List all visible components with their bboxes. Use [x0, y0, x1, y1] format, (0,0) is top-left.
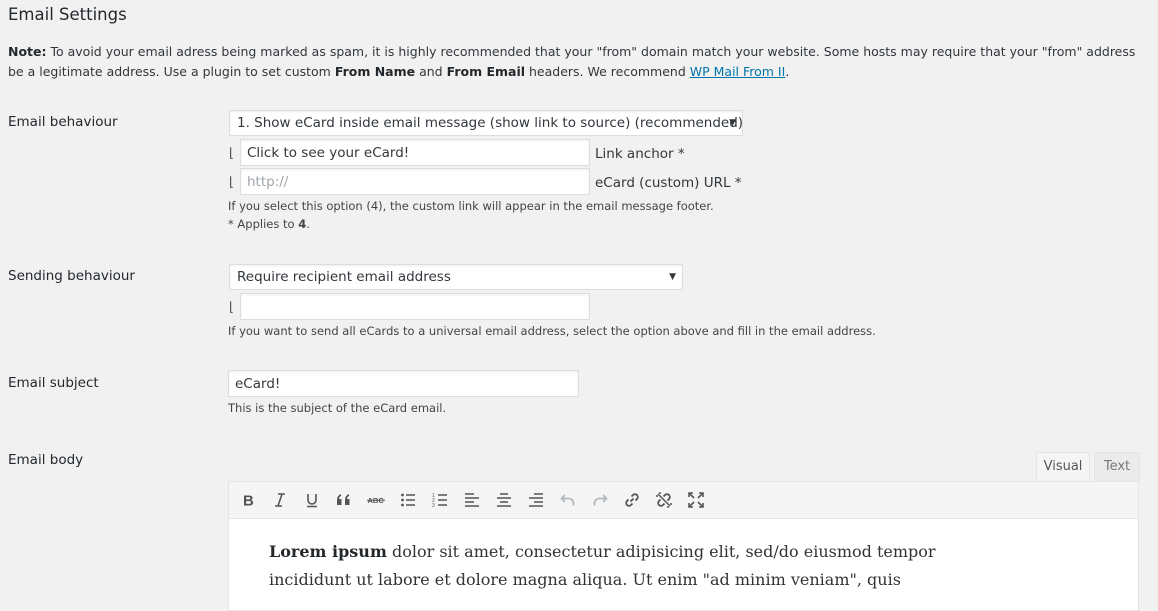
numbered-list-icon: 123 — [432, 493, 447, 508]
underline-button[interactable] — [299, 487, 325, 513]
url-indent-marker: ⌊ — [229, 175, 235, 190]
tab-visual[interactable]: Visual — [1036, 452, 1090, 481]
editor-content[interactable]: Lorem ipsum dolor sit amet, consectetur … — [269, 538, 989, 594]
email-behaviour-select[interactable]: 1. Show eCard inside email message (show… — [229, 110, 743, 136]
align-right-icon — [529, 493, 543, 507]
note-and: and — [415, 63, 447, 79]
ecard-url-input[interactable] — [240, 168, 590, 195]
align-center-icon — [497, 493, 511, 507]
undo-icon — [560, 494, 575, 506]
email-body-label: Email body — [8, 452, 84, 468]
applies-to-note: * Applies to 4. — [228, 217, 310, 231]
svg-text:B: B — [243, 493, 254, 509]
link-anchor-input[interactable] — [240, 139, 590, 166]
italic-icon — [275, 493, 285, 507]
editor-toolbar: B ABC 123 — [229, 482, 1138, 519]
email-behaviour-label: Email behaviour — [8, 114, 118, 130]
unlink-button[interactable] — [651, 487, 677, 513]
sending-behaviour-selected: Require recipient email address — [237, 269, 451, 285]
align-left-button[interactable] — [459, 487, 485, 513]
redo-icon — [593, 494, 608, 506]
bulleted-list-icon — [401, 493, 415, 507]
wp-mail-from-link[interactable]: WP Mail From II — [690, 64, 786, 79]
email-subject-description: This is the subject of the eCard email. — [228, 401, 447, 415]
tab-text[interactable]: Text — [1094, 452, 1140, 481]
link-anchor-indent-marker: ⌊ — [229, 146, 235, 161]
universal-email-input[interactable] — [240, 293, 590, 320]
email-behaviour-selected: 1. Show eCard inside email message (show… — [237, 115, 743, 131]
email-subject-label: Email subject — [8, 375, 99, 391]
note-text-2: headers. We recommend — [525, 63, 690, 79]
sending-behaviour-select[interactable]: Require recipient email address ▼ — [229, 264, 683, 290]
sending-behaviour-description: If you want to send all eCards to a univ… — [228, 324, 876, 338]
fullscreen-button[interactable] — [683, 487, 709, 513]
undo-button[interactable] — [555, 487, 581, 513]
align-right-button[interactable] — [523, 487, 549, 513]
bold-icon: B — [243, 493, 254, 509]
note-end: . — [785, 63, 790, 79]
svg-text:3: 3 — [432, 503, 435, 508]
note-label: Note: — [8, 44, 47, 59]
ecard-url-label: eCard (custom) URL * — [595, 175, 742, 191]
email-subject-input[interactable] — [228, 370, 579, 397]
strikethrough-button[interactable]: ABC — [363, 487, 389, 513]
email-body-editor[interactable]: B ABC 123 Lorem ipsum dolor sit amet, co… — [228, 481, 1139, 611]
blockquote-icon — [337, 494, 350, 505]
fullscreen-icon — [688, 492, 704, 508]
note-from-name: From Name — [334, 63, 416, 79]
strikethrough-icon: ABC — [367, 496, 385, 505]
numbered-list-button[interactable]: 123 — [427, 487, 453, 513]
chevron-down-icon: ▼ — [669, 272, 676, 282]
link-anchor-label: Link anchor * — [595, 146, 685, 162]
blockquote-button[interactable] — [331, 487, 357, 513]
link-icon — [625, 493, 639, 507]
italic-button[interactable] — [267, 487, 293, 513]
bold-button[interactable]: B — [235, 487, 261, 513]
bulleted-list-button[interactable] — [395, 487, 421, 513]
sending-behaviour-label: Sending behaviour — [8, 268, 135, 284]
universal-email-indent-marker: ⌊ — [229, 300, 235, 315]
insert-link-button[interactable] — [619, 487, 645, 513]
note-from-email: From Email — [446, 63, 526, 79]
unlink-icon — [656, 492, 672, 508]
align-left-icon — [465, 493, 479, 507]
underline-icon — [307, 494, 317, 508]
align-center-button[interactable] — [491, 487, 517, 513]
email-behaviour-description: If you select this option (4), the custo… — [228, 199, 714, 213]
redo-button[interactable] — [587, 487, 613, 513]
spam-note: Note: To avoid your email adress being m… — [8, 42, 1143, 81]
chevron-down-icon: ▼ — [729, 118, 736, 128]
content-bold-text: Lorem ipsum — [269, 542, 387, 561]
page-title: Email Settings — [8, 5, 127, 24]
